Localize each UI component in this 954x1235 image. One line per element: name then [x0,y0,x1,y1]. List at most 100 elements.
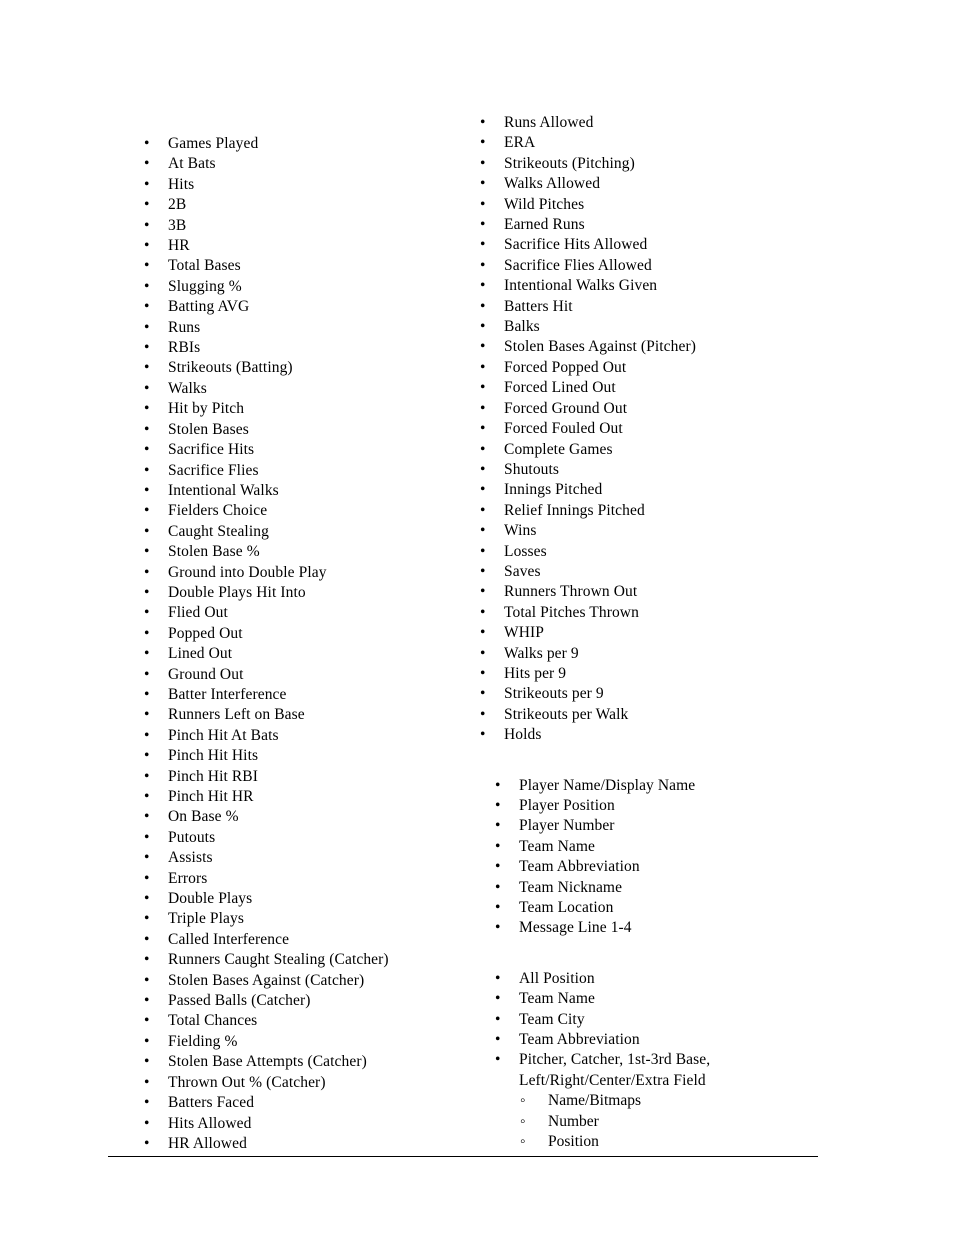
list-item: Pinch Hit HR [144,787,474,808]
list-item: Strikeouts (Pitching) [480,154,840,175]
list-item: 3B [144,216,474,237]
list-item: Fielding % [144,1032,474,1053]
list-item: Fielders Choice [144,501,474,522]
list-item: Batter Interference [144,685,474,706]
sub-list-item: Number [520,1112,840,1133]
list-item: Wild Pitches [480,195,840,216]
list-item: Sacrifice Hits Allowed [480,235,840,256]
list-item: Stolen Base % [144,542,474,563]
list-item: Hits per 9 [480,664,840,685]
list-item: Team Name [495,989,840,1010]
position-detail-sub-list: Name/Bitmaps Number Position [520,1091,840,1153]
list-item: Sacrifice Flies Allowed [480,256,840,277]
list-item: Ground into Double Play [144,563,474,584]
list-item: Innings Pitched [480,480,840,501]
list-item: Team City [495,1010,840,1031]
list-item: Team Abbreviation [495,857,840,878]
list-item: Team Name [495,837,840,858]
list-item: Strikeouts per 9 [480,684,840,705]
list-item: Total Pitches Thrown [480,603,840,624]
list-item: Runs [144,318,474,339]
list-item: Forced Ground Out [480,399,840,420]
list-item: Strikeouts (Batting) [144,358,474,379]
list-item: Total Bases [144,256,474,277]
list-item: Triple Plays [144,909,474,930]
list-item: Errors [144,869,474,890]
list-item: Team Nickname [495,878,840,899]
list-item: ERA [480,133,840,154]
list-item: Pinch Hit At Bats [144,726,474,747]
list-item: Games Played [144,134,474,155]
list-item: Message Line 1-4 [495,918,840,939]
footer-divider [108,1156,818,1157]
list-item: Lined Out [144,644,474,665]
batting-fielding-stats-list: Games Played At Bats Hits 2B 3B HR Total… [144,134,474,1155]
list-item: Runs Allowed [480,113,840,134]
list-item: Strikeouts per Walk [480,705,840,726]
list-item: Complete Games [480,440,840,461]
list-item: Thrown Out % (Catcher) [144,1073,474,1094]
player-team-info-list: Player Name/Display Name Player Position… [495,776,840,940]
list-item: Forced Popped Out [480,358,840,379]
list-item: Caught Stealing [144,522,474,543]
list-item: Relief Innings Pitched [480,501,840,522]
list-item: Holds [480,725,840,746]
position-team-info-list: All Position Team Name Team City Team Ab… [495,969,840,1153]
list-item: Pinch Hit Hits [144,746,474,767]
list-item: Walks per 9 [480,644,840,665]
list-item: Forced Lined Out [480,378,840,399]
list-item: Losses [480,542,840,563]
list-item: Hits [144,175,474,196]
list-item: Double Plays Hit Into [144,583,474,604]
pitching-stats-list: Runs Allowed ERA Strikeouts (Pitching) W… [480,113,840,746]
list-item: Popped Out [144,624,474,645]
list-item: Wins [480,521,840,542]
list-item: WHIP [480,623,840,644]
list-item: Assists [144,848,474,869]
list-item: Pinch Hit RBI [144,767,474,788]
list-item: Stolen Bases Against (Catcher) [144,971,474,992]
list-item: Team Location [495,898,840,919]
list-item: Intentional Walks Given [480,276,840,297]
list-item: Stolen Bases [144,420,474,441]
list-item: Saves [480,562,840,583]
list-item: Total Chances [144,1011,474,1032]
list-item: Hits Allowed [144,1114,474,1135]
sub-list-item: Name/Bitmaps [520,1091,840,1112]
list-item: Shutouts [480,460,840,481]
list-item: HR [144,236,474,257]
list-item: Flied Out [144,603,474,624]
list-item: Walks Allowed [480,174,840,195]
list-item-positions: Pitcher, Catcher, 1st-3rd Base, Left/Rig… [495,1050,840,1091]
list-item: Hit by Pitch [144,399,474,420]
list-item: Batting AVG [144,297,474,318]
list-item: Called Interference [144,930,474,951]
right-column: Runs Allowed ERA Strikeouts (Pitching) W… [480,113,840,1153]
document-page: Games Played At Bats Hits 2B 3B HR Total… [0,0,954,1235]
list-item: Stolen Base Attempts (Catcher) [144,1052,474,1073]
list-item: Slugging % [144,277,474,298]
list-item: Intentional Walks [144,481,474,502]
list-item: 2B [144,195,474,216]
list-item: Stolen Bases Against (Pitcher) [480,337,840,358]
list-item: At Bats [144,154,474,175]
sub-list-container: Name/Bitmaps Number Position [495,1091,840,1153]
list-item: Batters Faced [144,1093,474,1114]
list-item: Walks [144,379,474,400]
sub-list-item: Position [520,1132,840,1153]
list-item: Runners Left on Base [144,705,474,726]
list-item: Earned Runs [480,215,840,236]
list-item: Passed Balls (Catcher) [144,991,474,1012]
list-item: Double Plays [144,889,474,910]
list-item: Sacrifice Hits [144,440,474,461]
list-item: Player Name/Display Name [495,776,840,797]
list-item: Team Abbreviation [495,1030,840,1051]
list-item: Runners Thrown Out [480,582,840,603]
list-item: Batters Hit [480,297,840,318]
list-item: HR Allowed [144,1134,474,1155]
list-item: On Base % [144,807,474,828]
list-item: Runners Caught Stealing (Catcher) [144,950,474,971]
list-item: All Position [495,969,840,990]
